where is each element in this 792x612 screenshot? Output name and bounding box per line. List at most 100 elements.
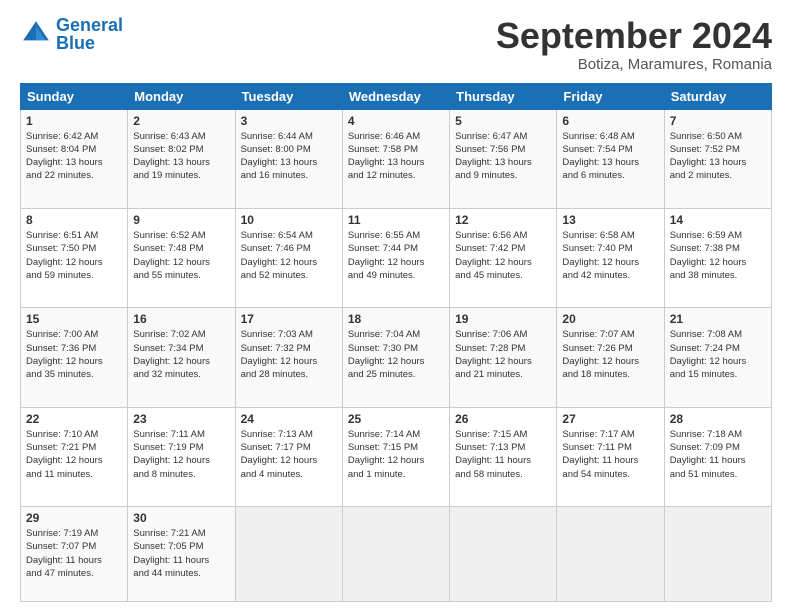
col-wednesday: Wednesday: [342, 83, 449, 109]
table-row: 26 Sunrise: 7:15 AMSunset: 7:13 PMDayligh…: [450, 407, 557, 506]
table-row: 28 Sunrise: 7:18 AMSunset: 7:09 PMDayligh…: [664, 407, 771, 506]
day-number: 11: [348, 213, 444, 227]
day-number: 8: [26, 213, 122, 227]
day-number: 5: [455, 114, 551, 128]
table-row: 4 Sunrise: 6:46 AMSunset: 7:58 PMDaylight…: [342, 109, 449, 208]
day-number: 26: [455, 412, 551, 426]
day-info: Sunrise: 6:56 AMSunset: 7:42 PMDaylight:…: [455, 229, 551, 282]
day-info: Sunrise: 6:46 AMSunset: 7:58 PMDaylight:…: [348, 130, 444, 183]
day-info: Sunrise: 7:10 AMSunset: 7:21 PMDaylight:…: [26, 428, 122, 481]
table-row: [557, 507, 664, 602]
day-number: 16: [133, 312, 229, 326]
day-info: Sunrise: 7:14 AMSunset: 7:15 PMDaylight:…: [348, 428, 444, 481]
table-row: [342, 507, 449, 602]
day-info: Sunrise: 6:42 AMSunset: 8:04 PMDaylight:…: [26, 130, 122, 183]
day-info: Sunrise: 7:06 AMSunset: 7:28 PMDaylight:…: [455, 328, 551, 381]
day-number: 13: [562, 213, 658, 227]
col-monday: Monday: [128, 83, 235, 109]
day-info: Sunrise: 6:43 AMSunset: 8:02 PMDaylight:…: [133, 130, 229, 183]
calendar-row: 15 Sunrise: 7:00 AMSunset: 7:36 PMDayligh…: [21, 308, 772, 407]
table-row: 20 Sunrise: 7:07 AMSunset: 7:26 PMDayligh…: [557, 308, 664, 407]
table-row: 10 Sunrise: 6:54 AMSunset: 7:46 PMDayligh…: [235, 208, 342, 307]
header-row: Sunday Monday Tuesday Wednesday Thursday…: [21, 83, 772, 109]
location-subtitle: Botiza, Maramures, Romania: [496, 56, 772, 73]
table-row: 5 Sunrise: 6:47 AMSunset: 7:56 PMDaylight…: [450, 109, 557, 208]
day-number: 17: [241, 312, 337, 326]
day-info: Sunrise: 7:15 AMSunset: 7:13 PMDaylight:…: [455, 428, 551, 481]
table-row: 29 Sunrise: 7:19 AMSunset: 7:07 PMDayligh…: [21, 507, 128, 602]
day-info: Sunrise: 7:02 AMSunset: 7:34 PMDaylight:…: [133, 328, 229, 381]
day-number: 25: [348, 412, 444, 426]
day-number: 6: [562, 114, 658, 128]
table-row: [235, 507, 342, 602]
day-info: Sunrise: 6:54 AMSunset: 7:46 PMDaylight:…: [241, 229, 337, 282]
table-row: 25 Sunrise: 7:14 AMSunset: 7:15 PMDayligh…: [342, 407, 449, 506]
day-number: 12: [455, 213, 551, 227]
table-row: 3 Sunrise: 6:44 AMSunset: 8:00 PMDaylight…: [235, 109, 342, 208]
table-row: 8Sunrise: 6:51 AMSunset: 7:50 PMDaylight…: [21, 208, 128, 307]
logo-icon: [20, 18, 52, 50]
day-number: 9: [133, 213, 229, 227]
day-number: 2: [133, 114, 229, 128]
table-row: 6 Sunrise: 6:48 AMSunset: 7:54 PMDaylight…: [557, 109, 664, 208]
day-info: Sunrise: 7:18 AMSunset: 7:09 PMDaylight:…: [670, 428, 766, 481]
logo-text: General Blue: [56, 16, 123, 52]
table-row: [450, 507, 557, 602]
day-number: 28: [670, 412, 766, 426]
day-info: Sunrise: 6:59 AMSunset: 7:38 PMDaylight:…: [670, 229, 766, 282]
table-row: 27Sunrise: 7:17 AMSunset: 7:11 PMDayligh…: [557, 407, 664, 506]
title-block: September 2024 Botiza, Maramures, Romani…: [496, 16, 772, 73]
day-number: 19: [455, 312, 551, 326]
table-row: 1 Sunrise: 6:42 AMSunset: 8:04 PMDaylight…: [21, 109, 128, 208]
logo-blue: Blue: [56, 33, 95, 53]
table-row: 13 Sunrise: 6:58 AMSunset: 7:40 PMDayligh…: [557, 208, 664, 307]
day-number: 10: [241, 213, 337, 227]
table-row: 11Sunrise: 6:55 AMSunset: 7:44 PMDayligh…: [342, 208, 449, 307]
day-number: 3: [241, 114, 337, 128]
day-number: 23: [133, 412, 229, 426]
table-row: 17Sunrise: 7:03 AMSunset: 7:32 PMDayligh…: [235, 308, 342, 407]
col-sunday: Sunday: [21, 83, 128, 109]
day-info: Sunrise: 7:17 AMSunset: 7:11 PMDaylight:…: [562, 428, 658, 481]
header: General Blue September 2024 Botiza, Mara…: [20, 16, 772, 73]
calendar-row: 8Sunrise: 6:51 AMSunset: 7:50 PMDaylight…: [21, 208, 772, 307]
day-info: Sunrise: 6:58 AMSunset: 7:40 PMDaylight:…: [562, 229, 658, 282]
table-row: [664, 507, 771, 602]
day-number: 4: [348, 114, 444, 128]
table-row: 7Sunrise: 6:50 AMSunset: 7:52 PMDaylight…: [664, 109, 771, 208]
col-tuesday: Tuesday: [235, 83, 342, 109]
day-number: 29: [26, 511, 122, 525]
day-info: Sunrise: 6:48 AMSunset: 7:54 PMDaylight:…: [562, 130, 658, 183]
table-row: 15 Sunrise: 7:00 AMSunset: 7:36 PMDayligh…: [21, 308, 128, 407]
day-number: 14: [670, 213, 766, 227]
table-row: 14 Sunrise: 6:59 AMSunset: 7:38 PMDayligh…: [664, 208, 771, 307]
day-info: Sunrise: 7:21 AMSunset: 7:05 PMDaylight:…: [133, 527, 229, 580]
table-row: 23Sunrise: 7:11 AMSunset: 7:19 PMDayligh…: [128, 407, 235, 506]
day-info: Sunrise: 7:19 AMSunset: 7:07 PMDaylight:…: [26, 527, 122, 580]
table-row: 9 Sunrise: 6:52 AMSunset: 7:48 PMDaylight…: [128, 208, 235, 307]
day-info: Sunrise: 7:07 AMSunset: 7:26 PMDaylight:…: [562, 328, 658, 381]
day-number: 1: [26, 114, 122, 128]
logo: General Blue: [20, 16, 123, 52]
day-number: 15: [26, 312, 122, 326]
day-info: Sunrise: 7:04 AMSunset: 7:30 PMDaylight:…: [348, 328, 444, 381]
day-info: Sunrise: 6:47 AMSunset: 7:56 PMDaylight:…: [455, 130, 551, 183]
calendar: Sunday Monday Tuesday Wednesday Thursday…: [20, 83, 772, 602]
day-number: 30: [133, 511, 229, 525]
table-row: 22Sunrise: 7:10 AMSunset: 7:21 PMDayligh…: [21, 407, 128, 506]
table-row: 30 Sunrise: 7:21 AMSunset: 7:05 PMDayligh…: [128, 507, 235, 602]
calendar-row: 22Sunrise: 7:10 AMSunset: 7:21 PMDayligh…: [21, 407, 772, 506]
day-number: 21: [670, 312, 766, 326]
calendar-table: Sunday Monday Tuesday Wednesday Thursday…: [20, 83, 772, 602]
day-number: 20: [562, 312, 658, 326]
table-row: 18Sunrise: 7:04 AMSunset: 7:30 PMDayligh…: [342, 308, 449, 407]
table-row: 19 Sunrise: 7:06 AMSunset: 7:28 PMDayligh…: [450, 308, 557, 407]
table-row: 12 Sunrise: 6:56 AMSunset: 7:42 PMDayligh…: [450, 208, 557, 307]
table-row: 2 Sunrise: 6:43 AMSunset: 8:02 PMDaylight…: [128, 109, 235, 208]
day-info: Sunrise: 6:44 AMSunset: 8:00 PMDaylight:…: [241, 130, 337, 183]
day-info: Sunrise: 7:00 AMSunset: 7:36 PMDaylight:…: [26, 328, 122, 381]
page: General Blue September 2024 Botiza, Mara…: [0, 0, 792, 612]
day-number: 7: [670, 114, 766, 128]
day-info: Sunrise: 6:52 AMSunset: 7:48 PMDaylight:…: [133, 229, 229, 282]
col-thursday: Thursday: [450, 83, 557, 109]
